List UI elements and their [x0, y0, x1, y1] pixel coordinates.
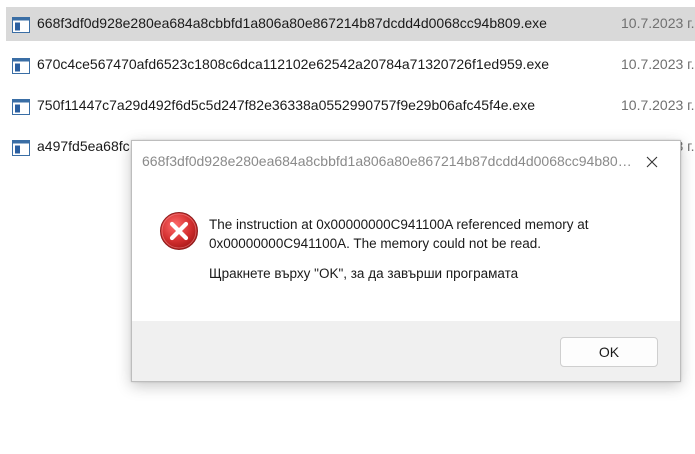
- close-button[interactable]: [626, 143, 678, 181]
- error-message: The instruction at 0x00000000C941100A re…: [209, 215, 649, 283]
- error-hint-text: Щракнете върху "OK", за да завърши прогр…: [209, 266, 519, 281]
- file-row[interactable]: 668f3df0d928e280ea684a8cbbfd1a806a80e867…: [6, 7, 695, 41]
- error-icon: [160, 212, 198, 250]
- error-message-text: The instruction at 0x00000000C941100A re…: [209, 217, 589, 251]
- dialog-body: The instruction at 0x00000000C941100A re…: [132, 181, 680, 321]
- file-name: 750f11447c7a29d492f6d5c5d247f82e36338a05…: [37, 97, 535, 113]
- file-date: 10.7.2023 г.: [621, 15, 695, 31]
- dialog-footer: OK: [132, 321, 680, 381]
- file-row[interactable]: 750f11447c7a29d492f6d5c5d247f82e36338a05…: [6, 89, 695, 123]
- exe-icon: [12, 140, 30, 156]
- file-date: 10.7.2023 г.: [621, 97, 695, 113]
- exe-icon: [12, 17, 30, 33]
- file-date: 10.7.2023 г.: [621, 56, 695, 72]
- file-name: a497fd5ea68fc: [37, 138, 130, 154]
- file-name: 670c4ce567470afd6523c1808c6dca112102e625…: [37, 56, 550, 72]
- close-icon: [646, 156, 658, 168]
- exe-icon: [12, 99, 30, 115]
- ok-button[interactable]: OK: [560, 337, 658, 367]
- dialog-title: 668f3df0d928e280ea684a8cbbfd1a806a80e867…: [142, 153, 632, 169]
- error-dialog: 668f3df0d928e280ea684a8cbbfd1a806a80e867…: [131, 140, 681, 382]
- exe-icon: [12, 58, 30, 74]
- file-row[interactable]: 670c4ce567470afd6523c1808c6dca112102e625…: [6, 48, 695, 82]
- file-name: 668f3df0d928e280ea684a8cbbfd1a806a80e867…: [37, 15, 547, 31]
